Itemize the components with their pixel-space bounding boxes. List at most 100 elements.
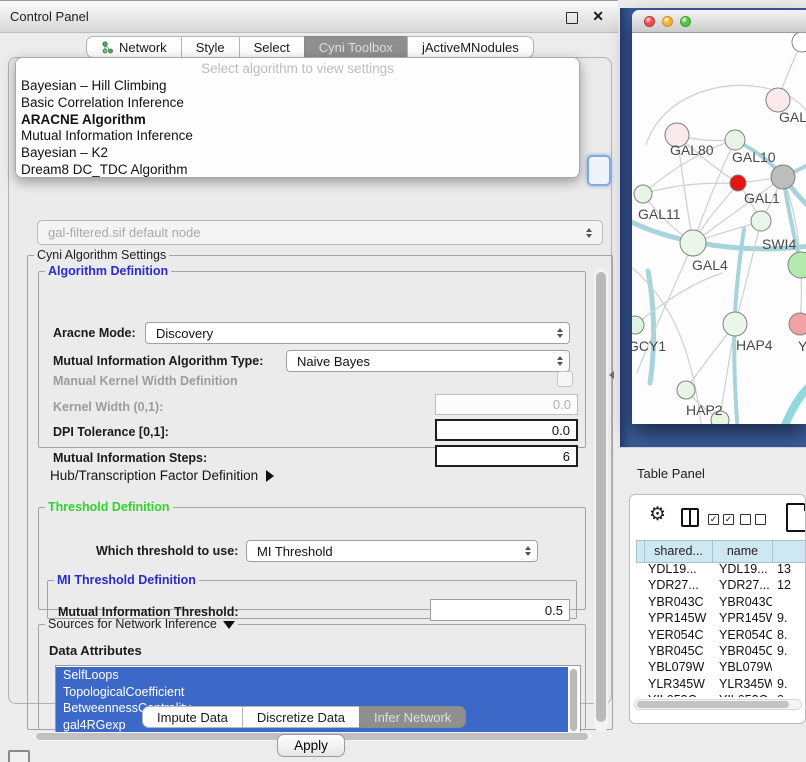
threshold-definition-group: Threshold Definition Which threshold to … xyxy=(38,500,586,610)
table-row[interactable]: YLR345WYLR345W9. xyxy=(636,676,806,692)
network-view-window[interactable]: GALGAL80GAL10GAL11GAL1SWI4GAL4GCY1HAP4YH… xyxy=(632,10,806,424)
node-gray[interactable] xyxy=(771,165,795,189)
dropdown-item-dream8-dc-tdc-algorithm[interactable]: Dream8 DC_TDC Algorithm xyxy=(16,162,579,179)
cell: YDL19... xyxy=(644,561,712,577)
cell: YER054C xyxy=(644,627,712,643)
table-horizontal-scrollbar[interactable] xyxy=(634,699,802,710)
dropdown-item-aracne-algorithm[interactable]: ARACNE Algorithm xyxy=(16,112,579,129)
tab-select[interactable]: Select xyxy=(239,36,304,58)
gear-icon[interactable]: ⚙ xyxy=(649,503,666,526)
attribute-item-selfloops[interactable]: SelfLoops xyxy=(56,667,568,684)
table-row[interactable]: YIL052CYIL052C0. xyxy=(636,692,806,697)
document-icon[interactable] xyxy=(786,503,806,532)
cell: YBR043C xyxy=(644,594,712,610)
cell: 8. xyxy=(772,627,806,643)
close-traffic-icon[interactable] xyxy=(644,16,655,27)
tab-cyni-toolbox[interactable]: Cyni Toolbox xyxy=(304,36,407,58)
attributes-scrollbar[interactable] xyxy=(569,668,578,732)
apply-button[interactable]: Apply xyxy=(277,734,345,757)
column-header-name[interactable]: name xyxy=(712,540,772,563)
node-salmon[interactable] xyxy=(789,313,806,335)
dropdown-item-bayesian-k2[interactable]: Bayesian – K2 xyxy=(16,145,579,162)
tab-discretize-data[interactable]: Discretize Data xyxy=(242,706,359,728)
node-label-swi4: SWI4 xyxy=(762,236,796,252)
dropdown-item-basic-correlation-inference[interactable]: Basic Correlation Inference xyxy=(16,95,579,112)
algorithm-definition-title: Algorithm Definition xyxy=(45,264,171,278)
control-panel-tabbar: NetworkStyleSelectCyni Toolbox jActiveMNo… xyxy=(86,36,534,58)
tab-impute-data[interactable]: Impute Data xyxy=(142,706,242,728)
table-row[interactable]: YDL19...YDL19...13 xyxy=(636,561,806,577)
table-row[interactable]: YBL079WYBL079W xyxy=(636,659,806,675)
settings-vertical-scrollbar[interactable] xyxy=(594,268,608,732)
tab-style[interactable]: Style xyxy=(181,36,239,58)
tab-network[interactable]: Network xyxy=(86,36,181,58)
row-header-cell xyxy=(636,659,644,675)
kernel-width-field[interactable]: 0.0 xyxy=(435,394,578,415)
mi-steps-label: Mutual Information Steps: xyxy=(53,451,207,465)
node-hap2[interactable] xyxy=(677,381,695,399)
node-gal11[interactable] xyxy=(634,185,652,203)
algorithm-combo-edge[interactable] xyxy=(587,155,611,186)
cell: YIL052C xyxy=(712,692,772,697)
cell xyxy=(772,594,806,610)
table-source-combo[interactable]: gal-filtered.sif default node xyxy=(37,220,603,245)
node-hap4[interactable] xyxy=(723,312,747,336)
threshold-definition-title: Threshold Definition xyxy=(45,500,173,514)
mi-steps-field[interactable]: 6 xyxy=(435,445,578,467)
network-canvas[interactable]: GALGAL80GAL10GAL11GAL1SWI4GAL4GCY1HAP4YH… xyxy=(632,33,806,424)
network-icon xyxy=(101,41,114,54)
node-red[interactable] xyxy=(730,175,746,191)
network-desktop: GALGAL80GAL10GAL11GAL1SWI4GAL4GCY1HAP4YH… xyxy=(620,8,806,447)
attribute-item-topologicalcoefficient[interactable]: TopologicalCoefficient xyxy=(56,684,568,701)
cell: 9. xyxy=(772,610,806,626)
node-gal4[interactable] xyxy=(680,230,706,256)
dropdown-item-bayesian-hill-climbing[interactable]: Bayesian – Hill Climbing xyxy=(16,78,579,95)
tab-jactivemnodules[interactable]: jActiveMNodules xyxy=(407,36,534,58)
tab-label: Impute Data xyxy=(157,710,228,725)
column-header-shared[interactable]: shared... xyxy=(644,540,712,563)
collapse-down-icon xyxy=(223,621,235,629)
hub-definition-label: Hub/Transcription Factor Definition xyxy=(50,468,258,483)
node-label-hap4: HAP4 xyxy=(736,337,773,353)
table-panel-title: Table Panel xyxy=(637,466,705,481)
table-row[interactable]: YBR043CYBR043C xyxy=(636,594,806,610)
mi-type-combo[interactable]: Naive Bayes xyxy=(286,350,570,372)
checked-pair-icon[interactable]: ✓✓ xyxy=(708,514,734,525)
table-row[interactable]: YBR045CYBR045C9. xyxy=(636,643,806,659)
dropdown-item-mutual-information-inference[interactable]: Mutual Information Inference xyxy=(16,128,579,145)
table-row[interactable]: YPR145WYPR145W9. xyxy=(636,610,806,626)
splitter-collapse-icon[interactable] xyxy=(609,371,614,379)
node-label-gal: GAL xyxy=(779,109,806,125)
tab-infer-network[interactable]: Infer Network xyxy=(359,706,466,728)
tab-label: jActiveMNodules xyxy=(422,40,519,55)
node-gal1[interactable] xyxy=(751,211,771,231)
manual-kernel-checkbox[interactable] xyxy=(557,371,573,387)
column-header-0[interactable] xyxy=(636,540,644,563)
table-row[interactable]: YDR27...YDR27...12 xyxy=(636,577,806,593)
network-window-titlebar[interactable] xyxy=(632,10,806,33)
sources-title[interactable]: Sources for Network Inference xyxy=(45,617,238,631)
aracne-mode-value: Discovery xyxy=(156,326,213,341)
hub-definition-expander[interactable]: Hub/Transcription Factor Definition xyxy=(50,468,274,483)
which-threshold-combo[interactable]: MI Threshold xyxy=(246,540,538,562)
table-row[interactable]: YER054CYER054C8. xyxy=(636,627,806,643)
column-split-icon[interactable] xyxy=(681,508,699,527)
column-header-3[interactable] xyxy=(772,540,806,563)
aracne-mode-combo[interactable]: Discovery xyxy=(145,322,570,344)
unchecked-pair-icon[interactable] xyxy=(740,514,766,525)
zoom-traffic-icon[interactable] xyxy=(680,16,691,27)
node-top[interactable] xyxy=(792,33,806,52)
node-swi4[interactable] xyxy=(788,252,806,278)
minimize-traffic-icon[interactable] xyxy=(662,16,673,27)
table-panel-region: Table Panel ⚙ ✓✓ shared...name YDL19...Y… xyxy=(618,447,806,762)
close-icon[interactable]: ✕ xyxy=(592,8,604,25)
row-header-cell xyxy=(636,594,644,610)
float-icon[interactable] xyxy=(566,12,578,24)
node-gal10[interactable] xyxy=(725,130,745,150)
cell: YBR045C xyxy=(712,643,772,659)
kernel-width-value: 0.0 xyxy=(553,397,571,412)
dpi-tolerance-field[interactable]: 0.0 xyxy=(435,419,578,441)
cell: 13 xyxy=(772,561,806,577)
cell: YBR045C xyxy=(644,643,712,659)
cell: YPR145W xyxy=(712,610,772,626)
